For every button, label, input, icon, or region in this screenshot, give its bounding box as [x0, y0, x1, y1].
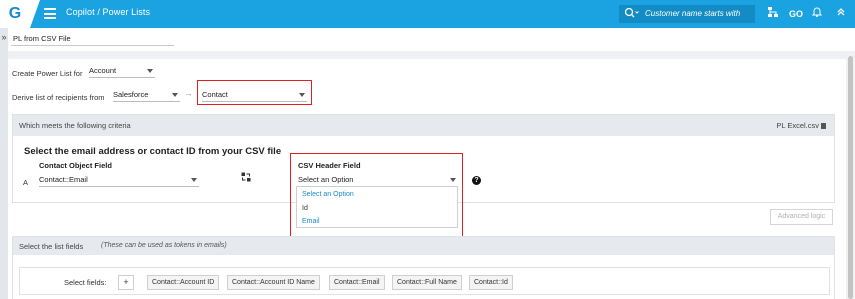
- csv-header-dropdown: Select an Option Id Email: [296, 186, 458, 228]
- chevron-down-icon: [191, 178, 197, 182]
- field-chip[interactable]: Contact::Full Name: [392, 275, 462, 290]
- hamburger-icon[interactable]: [44, 8, 56, 19]
- criteria-instruction: Select the email address or contact ID f…: [24, 146, 282, 157]
- trash-icon[interactable]: [821, 123, 826, 129]
- bell-icon[interactable]: [811, 6, 823, 22]
- csv-file-label: PL Excel.csv: [776, 121, 819, 130]
- chevron-down-icon: [299, 93, 305, 97]
- create-for-value: Account: [89, 66, 117, 75]
- create-for-select[interactable]: Account: [89, 66, 155, 78]
- chevrons-up-icon[interactable]: [835, 6, 847, 22]
- list-fields-header: Select the list fields (These can be use…: [13, 237, 834, 255]
- dropdown-option[interactable]: Select an Option: [302, 191, 354, 198]
- field-chip[interactable]: Contact::Account ID Name: [227, 275, 320, 290]
- list-fields-hint: (These can be used as tokens in emails): [101, 242, 227, 249]
- search-icon[interactable]: [624, 7, 640, 21]
- dropdown-option[interactable]: Email: [302, 218, 320, 225]
- derive-source-value: Salesforce: [113, 90, 149, 99]
- help-icon[interactable]: ?: [472, 176, 481, 185]
- add-field-button[interactable]: +: [118, 275, 134, 290]
- field-chip[interactable]: Contact::Account ID: [147, 275, 220, 290]
- contact-field-value: Contact::Email: [39, 175, 88, 184]
- chevron-down-icon: [172, 93, 178, 97]
- criteria-section-header: Which meets the following criteria PL Ex…: [13, 115, 834, 136]
- create-for-label: Create Power List for: [12, 69, 83, 78]
- fields-row: Select fields: + Contact::Account ID Con…: [19, 267, 830, 295]
- list-fields-section: Select the list fields (These can be use…: [12, 236, 835, 299]
- logo-letter: G: [8, 5, 22, 22]
- field-chip[interactable]: Contact::Email: [329, 275, 385, 290]
- page-content: » PL from CSV File Create Power List for…: [0, 28, 855, 299]
- divider: [8, 51, 855, 59]
- top-navigation-bar: G Copilot / Power Lists Customer name st…: [0, 0, 855, 28]
- derive-object-value: Contact: [202, 90, 228, 99]
- search-placeholder: Customer name starts with: [645, 9, 741, 18]
- scrollbar-thumb[interactable]: [848, 56, 853, 299]
- advanced-logic-button[interactable]: Advanced logic: [770, 209, 833, 225]
- power-list-name-input[interactable]: PL from CSV File: [11, 31, 174, 46]
- row-letter: A: [23, 178, 29, 187]
- contact-field-label: Contact Object Field: [39, 161, 112, 170]
- criteria-heading: Which meets the following criteria: [19, 121, 131, 130]
- global-search-input[interactable]: Customer name starts with: [619, 5, 755, 23]
- vertical-scrollbar[interactable]: [846, 54, 855, 299]
- select-fields-label: Select fields:: [64, 278, 107, 287]
- arrow-right-icon: →: [184, 88, 193, 98]
- hierarchy-icon[interactable]: [766, 6, 780, 22]
- list-fields-heading: Select the list fields: [19, 242, 84, 251]
- csv-header-label: CSV Header Field: [298, 161, 361, 170]
- dropdown-option[interactable]: Id: [302, 205, 308, 212]
- derive-object-select[interactable]: Contact: [202, 90, 307, 102]
- app-logo[interactable]: G: [0, 0, 30, 28]
- field-chip[interactable]: Contact::Id: [469, 275, 513, 290]
- page-title: Copilot / Power Lists: [66, 7, 151, 17]
- double-chevron-right-icon[interactable]: »: [0, 32, 8, 42]
- chevron-down-icon: [147, 69, 153, 73]
- collapse-sidebar-strip[interactable]: »: [0, 28, 8, 299]
- csv-file-name: PL Excel.csv: [776, 121, 826, 130]
- chevron-down-icon: [450, 178, 456, 182]
- csv-header-value: Select an Option: [298, 175, 354, 184]
- mapping-icon: [241, 172, 251, 184]
- derive-label: Derive list of recipients from: [12, 93, 105, 102]
- contact-field-select[interactable]: Contact::Email: [39, 175, 199, 187]
- go-icon[interactable]: GO: [787, 6, 805, 22]
- derive-source-select[interactable]: Salesforce: [113, 90, 180, 102]
- logo-wedge: [30, 0, 40, 28]
